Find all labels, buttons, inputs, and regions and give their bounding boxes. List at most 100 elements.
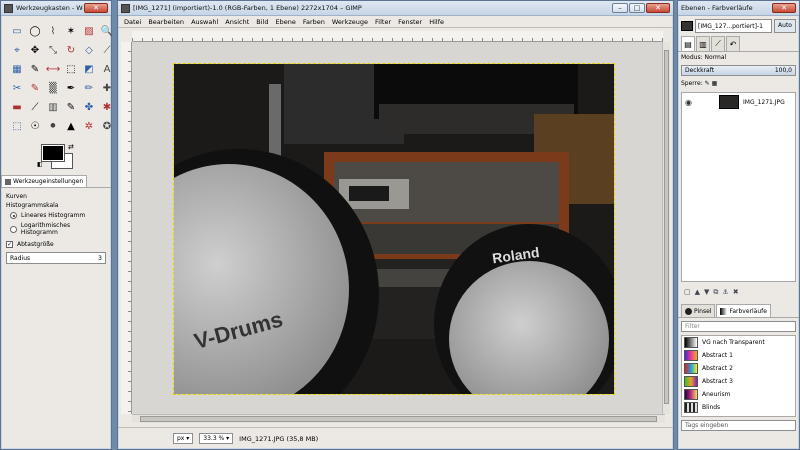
image-selector[interactable]: [IMG_127...portiert]-1: [695, 19, 772, 33]
menu-item[interactable]: Fenster: [398, 18, 422, 26]
scroll-thumb[interactable]: [140, 416, 657, 422]
tag-input[interactable]: Tags eingeben: [681, 420, 796, 431]
tab-undo[interactable]: ↶: [726, 36, 740, 51]
tool-icon[interactable]: ✥: [27, 43, 43, 59]
layer-row[interactable]: ◉ IMG_1271.JPG: [682, 93, 795, 111]
menu-item[interactable]: Hilfe: [429, 18, 444, 26]
tool-icon[interactable]: ◯: [27, 24, 43, 40]
unit-select[interactable]: px ▾: [173, 433, 194, 444]
lock-alpha-icon[interactable]: ▦: [712, 80, 718, 87]
tool-icon[interactable]: 🔍: [99, 24, 115, 40]
tab-tool-options[interactable]: Werkzeugeinstellungen: [1, 175, 88, 187]
tab-brushes[interactable]: Pinsel: [681, 304, 716, 317]
menu-item[interactable]: Auswahl: [191, 18, 218, 26]
delete-layer-icon[interactable]: ✖: [733, 288, 739, 297]
tab-paths[interactable]: ⟋: [711, 36, 725, 51]
tool-icon[interactable]: ✤: [81, 100, 97, 116]
lower-layer-icon[interactable]: ▼: [704, 288, 709, 297]
tab-channels[interactable]: ▥: [696, 36, 710, 51]
tool-icon[interactable]: ⚫: [45, 119, 61, 135]
image-canvas[interactable]: V-Drums Roland: [173, 63, 615, 395]
tool-icon[interactable]: ✶: [63, 24, 79, 40]
radio-linear-histogram[interactable]: Lineares Histogramm: [10, 212, 106, 219]
vertical-ruler[interactable]: [121, 42, 132, 414]
tool-icon[interactable]: ↻: [63, 43, 79, 59]
gradient-item[interactable]: Abstract 1: [682, 349, 795, 362]
tool-icon[interactable]: ✪: [99, 119, 115, 135]
duplicate-layer-icon[interactable]: ⧉: [713, 288, 718, 297]
gradient-item[interactable]: VG nach Transparent: [682, 336, 795, 349]
image-titlebar[interactable]: [IMG_1271] (importiert)-1.0 (RGB-Farben,…: [118, 1, 673, 16]
tool-icon[interactable]: ▨: [81, 24, 97, 40]
tool-icon[interactable]: ⟷: [45, 62, 61, 78]
tab-gradients[interactable]: Farbverläufe: [716, 304, 771, 317]
tool-icon[interactable]: ⟋: [27, 100, 43, 116]
lock-pixels-icon[interactable]: ✎: [705, 80, 710, 87]
tool-icon[interactable]: ☉: [27, 119, 43, 135]
sample-average-checkbox[interactable]: ✓ Abtastgröße: [6, 241, 106, 248]
tool-icon[interactable]: ▲: [63, 119, 79, 135]
swap-colors-icon[interactable]: ⇄: [68, 143, 74, 151]
menu-item[interactable]: Farben: [303, 18, 325, 26]
tab-layers[interactable]: ▤: [681, 36, 695, 51]
tool-icon[interactable]: ✎: [27, 81, 43, 97]
opacity-slider[interactable]: Deckkraft 100,0: [681, 65, 796, 76]
radio-log-histogram[interactable]: Logarithmisches Histogramm: [10, 222, 106, 236]
tool-icon[interactable]: ▦: [9, 62, 25, 78]
tool-icon[interactable]: ⬚: [63, 62, 79, 78]
mode-select[interactable]: Normal: [705, 54, 727, 61]
menu-item[interactable]: Filter: [375, 18, 391, 26]
close-button[interactable]: ✕: [646, 3, 670, 13]
tool-icon[interactable]: ⤡: [45, 43, 61, 59]
tool-icon[interactable]: ✱: [99, 100, 115, 116]
new-layer-icon[interactable]: ▢: [684, 288, 691, 297]
raise-layer-icon[interactable]: ▲: [695, 288, 700, 297]
menu-item[interactable]: Datei: [124, 18, 141, 26]
auto-button[interactable]: Auto: [774, 19, 796, 33]
menu-item[interactable]: Ansicht: [225, 18, 249, 26]
zoom-select[interactable]: 33.3 % ▾: [199, 433, 234, 444]
tool-icon[interactable]: ⌇: [45, 24, 61, 40]
tool-icon[interactable]: ▭: [9, 24, 25, 40]
tool-icon[interactable]: ✲: [81, 119, 97, 135]
menu-item[interactable]: Ebene: [275, 18, 295, 26]
radius-spinner[interactable]: Radius 3: [6, 252, 106, 264]
tool-icon[interactable]: ▬: [9, 100, 25, 116]
anchor-layer-icon[interactable]: ⚓: [722, 288, 728, 297]
menu-item[interactable]: Bild: [256, 18, 268, 26]
tool-icon[interactable]: ▥: [45, 100, 61, 116]
tool-icon[interactable]: ◇: [81, 43, 97, 59]
close-button[interactable]: ✕: [84, 3, 108, 13]
eye-icon[interactable]: ◉: [685, 98, 699, 107]
dock-titlebar[interactable]: Ebenen - Farbverläufe ✕: [678, 1, 799, 16]
tool-icon[interactable]: ✎: [63, 100, 79, 116]
tool-icon[interactable]: ⌖: [9, 43, 25, 59]
canvas-area[interactable]: V-Drums Roland: [132, 42, 665, 414]
gradient-filter-input[interactable]: Filter: [681, 321, 796, 332]
tool-icon[interactable]: ✂: [9, 81, 25, 97]
tool-icon[interactable]: ✒: [63, 81, 79, 97]
tool-icon[interactable]: ✏: [81, 81, 97, 97]
gradient-item[interactable]: Abstract 3: [682, 375, 795, 388]
toolbox-titlebar[interactable]: Werkzeugkasten - Werkzeugk... ✕: [1, 1, 111, 16]
maximize-button[interactable]: □: [629, 3, 645, 13]
tool-icon[interactable]: ⟋: [99, 43, 115, 59]
gradient-item[interactable]: Abstract 2: [682, 362, 795, 375]
tool-icon[interactable]: ▒: [45, 81, 61, 97]
gradient-item[interactable]: Aneurism: [682, 388, 795, 401]
horizontal-ruler[interactable]: [132, 31, 663, 42]
minimize-button[interactable]: –: [612, 3, 628, 13]
tool-icon[interactable]: ✚: [99, 81, 115, 97]
scroll-thumb[interactable]: [664, 50, 669, 404]
tool-icon[interactable]: A: [99, 62, 115, 78]
tool-icon[interactable]: ✎: [27, 62, 43, 78]
foreground-color-swatch[interactable]: [41, 144, 65, 162]
default-colors-icon[interactable]: ◧: [37, 161, 43, 168]
horizontal-scrollbar[interactable]: [132, 414, 665, 423]
menu-item[interactable]: Bearbeiten: [148, 18, 184, 26]
close-button[interactable]: ✕: [772, 3, 796, 13]
vertical-scrollbar[interactable]: [662, 42, 670, 414]
tool-icon[interactable]: ⬚: [9, 119, 25, 135]
menu-item[interactable]: Werkzeuge: [332, 18, 368, 26]
gradient-item[interactable]: Blinds: [682, 401, 795, 414]
